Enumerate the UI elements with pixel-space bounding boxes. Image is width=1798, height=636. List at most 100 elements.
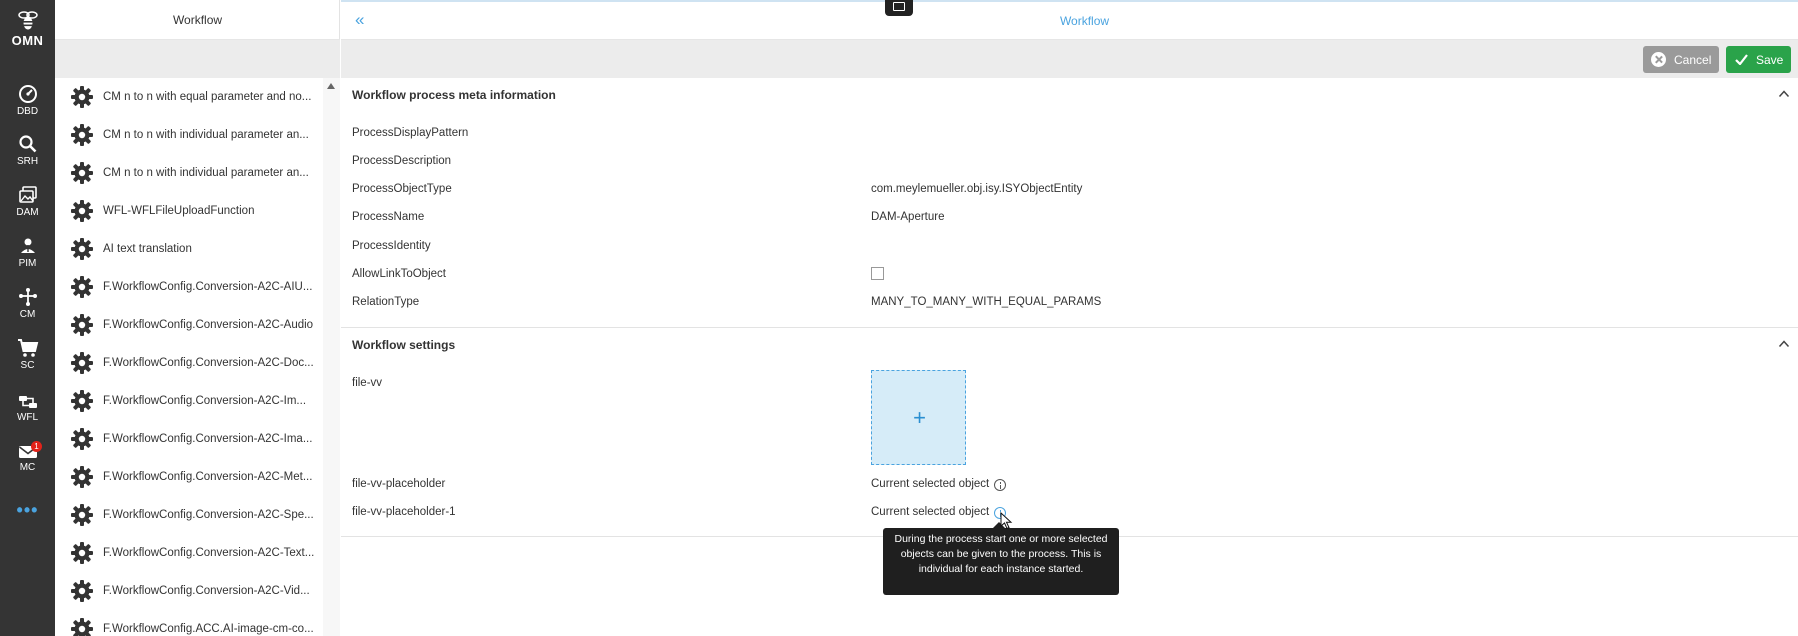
close-circle-icon [1651, 52, 1666, 67]
nav-label: SC [20, 360, 35, 371]
workflow-list-item[interactable]: F.WorkflowConfig.Conversion-A2C-Ima... [55, 420, 323, 458]
plus-icon: + [913, 405, 926, 430]
nav-label: CM [19, 309, 36, 320]
nav-label: DBD [16, 106, 39, 117]
nav-item-pim[interactable]: PIM [0, 236, 55, 269]
notification-badge: 1 [31, 441, 42, 452]
nav-item-cm[interactable]: CM [0, 287, 55, 320]
nav-label: PIM [18, 258, 37, 269]
workflow-list-item[interactable]: F.WorkflowConfig.Conversion-A2C-Vid... [55, 572, 323, 610]
workflow-list-item[interactable]: F.WorkflowConfig.Conversion-A2C-Doc... [55, 344, 323, 382]
workflow-list-item[interactable]: CM n to n with individual parameter an..… [55, 116, 323, 154]
nav-label: DAM [16, 207, 39, 218]
field-value-relation-type: MANY_TO_MANY_WITH_EQUAL_PARAMS [871, 296, 1102, 308]
cart-icon [17, 339, 38, 357]
gear-icon [71, 200, 93, 222]
field-label-display-pattern: ProcessDisplayPattern [352, 127, 469, 139]
nav-rail: OMN DBD SRH DAM PIM CM SC WFL 1 MC ••• [0, 0, 55, 636]
workflow-list-item[interactable]: F.WorkflowConfig.ACC.AI-image-cm-co... [55, 610, 323, 636]
workflow-list-item[interactable]: F.WorkflowConfig.Conversion-A2C-AIU... [55, 268, 323, 306]
cancel-button-label: Cancel [1674, 52, 1712, 67]
workflow-list-item-label: CM n to n with equal parameter and no... [103, 91, 312, 103]
scroll-up-arrow-icon[interactable] [327, 83, 335, 89]
workflow-list-item[interactable]: F.WorkflowConfig.Conversion-A2C-Spe... [55, 496, 323, 534]
file-upload-dropzone[interactable]: + [871, 370, 966, 465]
workflow-list-item[interactable]: AI text translation [55, 230, 323, 268]
workflow-list: CM n to n with equal parameter and no...… [55, 78, 323, 636]
chevron-up-icon[interactable] [1778, 88, 1790, 100]
gear-icon [71, 352, 93, 374]
workflow-list-item-label: CM n to n with individual parameter an..… [103, 129, 309, 141]
chevron-up-icon[interactable] [1778, 338, 1790, 350]
more-icon[interactable]: ••• [0, 500, 55, 521]
save-button[interactable]: Save [1726, 46, 1791, 73]
info-icon[interactable] [994, 479, 1006, 491]
workflow-list-item-label: F.WorkflowConfig.Conversion-A2C-Met... [103, 471, 313, 483]
workflow-list-item-label: F.WorkflowConfig.Conversion-A2C-Doc... [103, 357, 314, 369]
gear-icon [71, 466, 93, 488]
gear-icon [71, 390, 93, 412]
workflow-list-item[interactable]: F.WorkflowConfig.Conversion-A2C-Im... [55, 382, 323, 420]
workflow-list-item[interactable]: WFL-WFLFileUploadFunction [55, 192, 323, 230]
screen-share-icon[interactable] [885, 0, 913, 16]
images-icon [18, 186, 37, 203]
info-tooltip: During the process start one or more sel… [883, 522, 1119, 595]
nav-item-sc[interactable]: SC [0, 338, 55, 371]
nav-label: SRH [16, 156, 39, 167]
nav-label: MC [19, 462, 36, 473]
gear-icon [71, 238, 93, 260]
field-label-name: ProcessName [352, 211, 425, 223]
gear-icon [71, 618, 93, 636]
main-header: Workflow « [341, 2, 1798, 40]
gear-icon [71, 504, 93, 526]
cancel-button[interactable]: Cancel [1643, 46, 1719, 73]
workflow-list-item-label: F.WorkflowConfig.Conversion-A2C-Audio [103, 319, 314, 331]
workflow-list-item[interactable]: F.WorkflowConfig.Conversion-A2C-Met... [55, 458, 323, 496]
list-panel-toolbar [55, 40, 340, 78]
action-toolbar: Cancel Save [341, 40, 1798, 78]
settings-section-title: Workflow settings [352, 338, 456, 352]
workflow-list-item[interactable]: CM n to n with individual parameter an..… [55, 154, 323, 192]
list-scrollbar[interactable] [323, 78, 340, 636]
nav-item-dbd[interactable]: DBD [0, 84, 55, 117]
omn-logo[interactable]: OMN [0, 8, 55, 48]
workflow-list-item-label: CM n to n with individual parameter an..… [103, 167, 309, 179]
nav-item-srh[interactable]: SRH [0, 134, 55, 167]
workflow-list-item-label: F.WorkflowConfig.Conversion-A2C-Text... [103, 547, 315, 559]
main-area: Workflow « Cancel Save Workflow process … [341, 0, 1798, 636]
field-value-file-vv-placeholder: Current selected object [871, 478, 990, 490]
workflow-list-item[interactable]: F.WorkflowConfig.Conversion-A2C-Text... [55, 534, 323, 572]
workflow-list-item-label: F.WorkflowConfig.ACC.AI-image-cm-co... [103, 623, 314, 635]
gear-icon [71, 542, 93, 564]
workflow-list-item[interactable]: F.WorkflowConfig.Conversion-A2C-Audio [55, 306, 323, 344]
workflow-list-panel: Workflow CM n to n with equal parameter … [55, 0, 340, 636]
field-label-file-vv-placeholder-1: file-vv-placeholder-1 [352, 506, 456, 518]
field-label-relation-type: RelationType [352, 296, 420, 308]
allow-link-checkbox[interactable] [871, 267, 884, 280]
collapse-panel-button[interactable]: « [355, 11, 364, 29]
app-window: OMN DBD SRH DAM PIM CM SC WFL 1 MC ••• W… [0, 0, 1798, 636]
workflow-list-item-label: AI text translation [103, 243, 192, 255]
nav-item-dam[interactable]: DAM [0, 185, 55, 218]
gear-icon [71, 86, 93, 108]
bee-icon [17, 11, 38, 30]
field-value-file-vv-placeholder-1: Current selected object [871, 506, 990, 518]
gear-icon [71, 276, 93, 298]
gear-icon [71, 314, 93, 336]
network-icon [18, 288, 37, 306]
workflow-list-item[interactable]: CM n to n with equal parameter and no... [55, 78, 323, 116]
field-value-object-type: com.meylemueller.obj.isy.ISYObjectEntity [871, 183, 1083, 195]
dashboard-icon [18, 85, 37, 103]
nav-item-wfl[interactable]: WFL [0, 394, 55, 423]
field-label-file-vv: file-vv [352, 377, 383, 389]
gear-icon [71, 428, 93, 450]
flower-icon [20, 238, 35, 253]
workflow-list-item-label: F.WorkflowConfig.Conversion-A2C-AIU... [103, 281, 313, 293]
check-icon [1735, 54, 1748, 65]
gear-icon [71, 580, 93, 602]
meta-section-title: Workflow process meta information [352, 88, 556, 102]
gear-icon [71, 162, 93, 184]
logo-text: OMN [11, 33, 44, 48]
workflow-list-item-label: F.WorkflowConfig.Conversion-A2C-Spe... [103, 509, 314, 521]
nav-item-mc[interactable]: 1 MC [0, 441, 55, 473]
